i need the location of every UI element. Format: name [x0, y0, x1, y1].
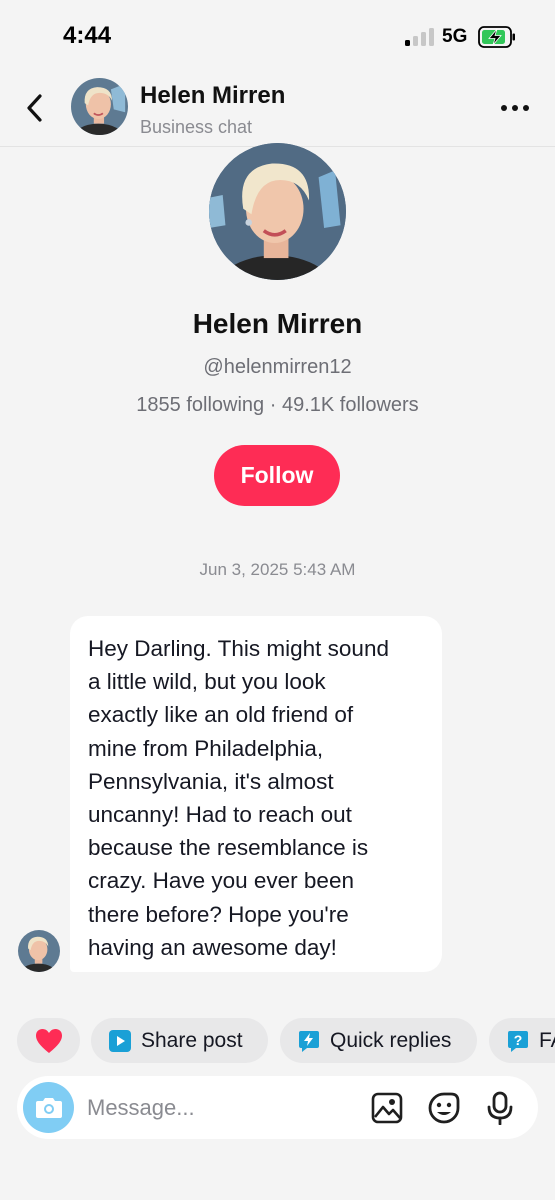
quick-replies-chip[interactable]: Quick replies — [280, 1018, 477, 1063]
chevron-left-icon — [27, 94, 42, 122]
chat-header: Helen Mirren Business chat — [0, 70, 555, 147]
follow-button[interactable]: Follow — [214, 445, 340, 506]
camera-button[interactable] — [23, 1082, 74, 1133]
message-line: crazy. Have you ever been — [88, 868, 354, 894]
message-line: uncanny! Had to reach out — [88, 802, 352, 828]
message-line: Pennsylvania, it's almost — [88, 768, 334, 794]
avatar-image — [71, 78, 128, 135]
message-line: mine from Philadelphia, — [88, 735, 324, 761]
message-timestamp: Jun 3, 2025 5:43 AM — [199, 560, 356, 579]
question-icon: ? — [507, 1030, 529, 1052]
sticker-button[interactable] — [426, 1090, 462, 1126]
profile-name: Helen Mirren — [192, 308, 363, 339]
profile-avatar[interactable] — [209, 143, 346, 280]
status-time: 4:44 — [63, 22, 112, 49]
avatar[interactable] — [71, 78, 128, 135]
message-line: a little wild, but you look — [88, 669, 326, 695]
message-composer — [17, 1076, 538, 1139]
emoji-icon — [428, 1092, 460, 1124]
contact-name[interactable]: Helen Mirren — [140, 82, 285, 110]
gallery-button[interactable] — [369, 1090, 405, 1126]
profile-photo — [209, 143, 346, 280]
message-line: exactly like an old friend of — [88, 702, 354, 728]
profile-handle: @helenmirren12 — [203, 356, 352, 378]
chat-type-label: Business chat — [140, 117, 253, 137]
status-bar: 4:44 5G — [0, 0, 555, 70]
voice-message-button[interactable] — [482, 1090, 518, 1126]
more-icon — [501, 105, 529, 111]
battery-icon — [478, 26, 515, 48]
sender-avatar[interactable] — [18, 930, 60, 972]
play-icon — [109, 1029, 131, 1052]
svg-text:?: ? — [514, 1032, 523, 1048]
message-line: Hey Darling. This might sound — [88, 636, 389, 661]
share-post-label: Share post — [141, 1028, 243, 1052]
message-input[interactable] — [87, 1090, 357, 1126]
signal-icon — [405, 28, 435, 46]
message-line: because the resemblance is — [88, 835, 369, 861]
sender-avatar-image — [18, 930, 60, 972]
heart-icon — [35, 1028, 62, 1053]
quick-replies-label: Quick replies — [330, 1028, 452, 1052]
heart-reaction-chip[interactable] — [17, 1018, 80, 1063]
faq-chip[interactable]: ? FAQ — [489, 1018, 555, 1063]
faq-label: FAQ — [539, 1028, 555, 1052]
camera-icon — [35, 1097, 62, 1118]
microphone-icon — [487, 1091, 513, 1125]
message-line: there before? Hope you're — [88, 901, 349, 927]
more-options-button[interactable] — [495, 94, 535, 122]
message-line: having an awesome day! — [88, 934, 337, 960]
quick-actions-bar: Share post Quick replies ? FAQ — [17, 1018, 555, 1064]
message-bubble[interactable]: Hey Darling. This might sound a little w… — [70, 616, 442, 972]
share-post-chip[interactable]: Share post — [91, 1018, 268, 1063]
image-icon — [371, 1092, 403, 1124]
lightning-icon — [298, 1030, 320, 1052]
profile-stats: 1855 following · 49.1K followers — [136, 394, 419, 416]
back-button[interactable] — [18, 88, 50, 128]
network-label: 5G — [442, 26, 468, 47]
